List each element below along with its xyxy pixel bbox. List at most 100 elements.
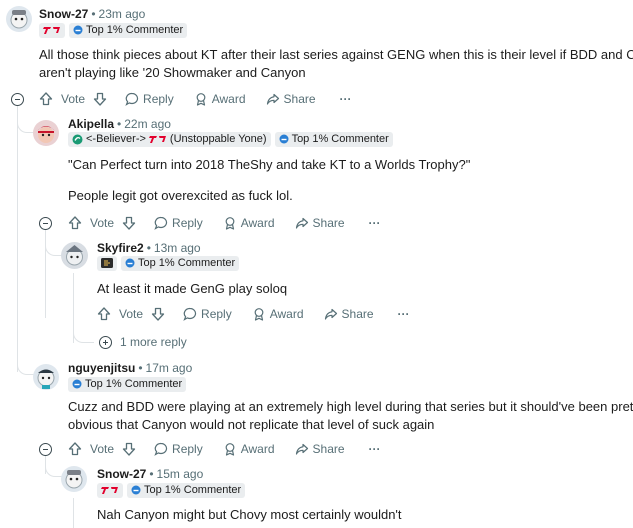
share-button[interactable]: Share — [295, 216, 345, 230]
reply-icon — [154, 216, 168, 230]
downvote-icon[interactable] — [122, 442, 136, 456]
author-name[interactable]: Skyfire2 — [97, 241, 144, 255]
timestamp[interactable]: 22m ago — [124, 117, 171, 131]
timestamp[interactable]: 17m ago — [146, 361, 193, 375]
upvote-icon[interactable] — [68, 442, 82, 456]
top-commenter-flair: Top 1% Commenter — [274, 131, 393, 147]
avatar[interactable] — [6, 6, 32, 32]
timestamp[interactable]: 15m ago — [157, 467, 204, 481]
top-commenter-badge-icon — [131, 485, 141, 495]
comment-meta: nguyenjitsu • 17m ago — [68, 361, 192, 375]
share-button[interactable]: Share — [295, 442, 345, 456]
reply-label: Reply — [201, 307, 232, 321]
share-icon — [295, 443, 308, 455]
t1-logo-icon — [43, 26, 60, 34]
share-label: Share — [312, 216, 345, 230]
comment-line: At least it made GenG play soloq — [97, 281, 288, 296]
top-commenter-badge-icon — [279, 134, 289, 144]
vote-label: Vote — [119, 307, 144, 321]
collapse-icon[interactable] — [11, 93, 24, 106]
award-label: Award — [211, 92, 246, 106]
share-label: Share — [312, 442, 345, 456]
collapse-icon[interactable] — [39, 443, 52, 456]
vote-control: Vote — [97, 307, 165, 321]
flair-text: <-Believer-> — [86, 133, 146, 145]
overflow-icon[interactable]: ··· — [398, 307, 410, 321]
upvote-icon[interactable] — [39, 92, 53, 106]
more-replies-link[interactable]: 1 more reply — [120, 335, 187, 349]
award-button[interactable]: Award — [223, 216, 275, 230]
t1-logo-icon — [101, 486, 118, 494]
top-commenter-flair: Top 1% Commenter — [69, 22, 188, 38]
comment-line: Nah Canyon might but Chovy most certainl… — [97, 507, 402, 522]
vote-label: Vote — [90, 442, 115, 456]
reply-button[interactable]: Reply — [183, 307, 232, 321]
reply-button[interactable]: Reply — [125, 92, 174, 106]
author-name[interactable]: Akipella — [68, 117, 114, 131]
avatar[interactable] — [61, 242, 88, 269]
author-name[interactable]: Snow-27 — [39, 7, 88, 21]
share-label: Share — [283, 92, 316, 106]
upvote-icon[interactable] — [97, 307, 111, 321]
author-name[interactable]: nguyenjitsu — [68, 361, 135, 375]
separator: • — [149, 467, 154, 481]
downvote-icon[interactable] — [93, 92, 107, 106]
reply-label: Reply — [143, 92, 174, 106]
comment-line: People legit got overexcited as fuck lol… — [68, 188, 293, 203]
share-icon — [324, 308, 337, 320]
expand-icon[interactable] — [99, 336, 112, 349]
reply-label: Reply — [172, 442, 203, 456]
award-button[interactable]: Award — [223, 442, 275, 456]
comment-body: All those think pieces about KT after th… — [39, 46, 633, 82]
award-icon — [196, 93, 206, 106]
team-flair — [97, 255, 117, 271]
timestamp[interactable]: 23m ago — [99, 7, 146, 21]
award-button[interactable]: Award — [252, 307, 304, 321]
overflow-icon[interactable]: ··· — [369, 442, 381, 456]
reply-label: Reply — [172, 216, 203, 230]
believer-logo-icon — [72, 134, 83, 144]
collapse-icon[interactable] — [39, 217, 52, 230]
downvote-icon[interactable] — [122, 216, 136, 230]
thread-line — [73, 498, 74, 528]
comment-meta: Akipella • 22m ago — [68, 117, 171, 131]
vote-label: Vote — [61, 92, 86, 106]
comment-body: Cuzz and BDD were playing at an extremel… — [68, 398, 633, 434]
share-icon — [266, 93, 279, 105]
top-commenter-badge-icon — [73, 25, 83, 35]
reply-button[interactable]: Reply — [154, 216, 203, 230]
team-flair — [39, 22, 65, 38]
thread-elbow — [17, 360, 34, 375]
flair-text: Top 1% Commenter — [86, 24, 184, 36]
share-button[interactable]: Share — [266, 92, 316, 106]
downvote-icon[interactable] — [151, 307, 165, 321]
author-name[interactable]: Snow-27 — [97, 467, 146, 481]
thread-elbow — [17, 118, 34, 133]
user-flair-row: Top 1% Commenter — [97, 482, 246, 498]
timestamp[interactable]: 13m ago — [154, 241, 201, 255]
team-flair — [97, 482, 123, 498]
top-commenter-badge-icon — [72, 379, 82, 389]
overflow-icon[interactable]: ··· — [340, 92, 352, 106]
avatar[interactable] — [33, 364, 59, 390]
thread-elbow — [45, 240, 62, 256]
flair-suffix: (Unstoppable Yone) — [169, 133, 267, 145]
separator: • — [117, 117, 122, 131]
avatar[interactable] — [33, 120, 59, 146]
avatar[interactable] — [61, 466, 87, 492]
vote-control: Vote — [39, 92, 107, 106]
user-flair-row: Top 1% Commenter — [97, 255, 240, 271]
share-label: Share — [341, 307, 374, 321]
comment-line: Cuzz and BDD were playing at an extremel… — [68, 399, 633, 414]
vote-control: Vote — [68, 442, 136, 456]
overflow-icon[interactable]: ··· — [369, 216, 381, 230]
comment-meta: Snow-27 • 23m ago — [39, 7, 145, 21]
share-button[interactable]: Share — [324, 307, 374, 321]
comment-line: All those think pieces about KT after th… — [39, 47, 633, 62]
user-flair-row: Top 1% Commenter — [68, 376, 187, 392]
comment-body: At least it made GenG play soloq — [97, 280, 287, 298]
upvote-icon[interactable] — [68, 216, 82, 230]
share-icon — [295, 217, 308, 229]
award-button[interactable]: Award — [194, 92, 246, 106]
reply-button[interactable]: Reply — [154, 442, 203, 456]
